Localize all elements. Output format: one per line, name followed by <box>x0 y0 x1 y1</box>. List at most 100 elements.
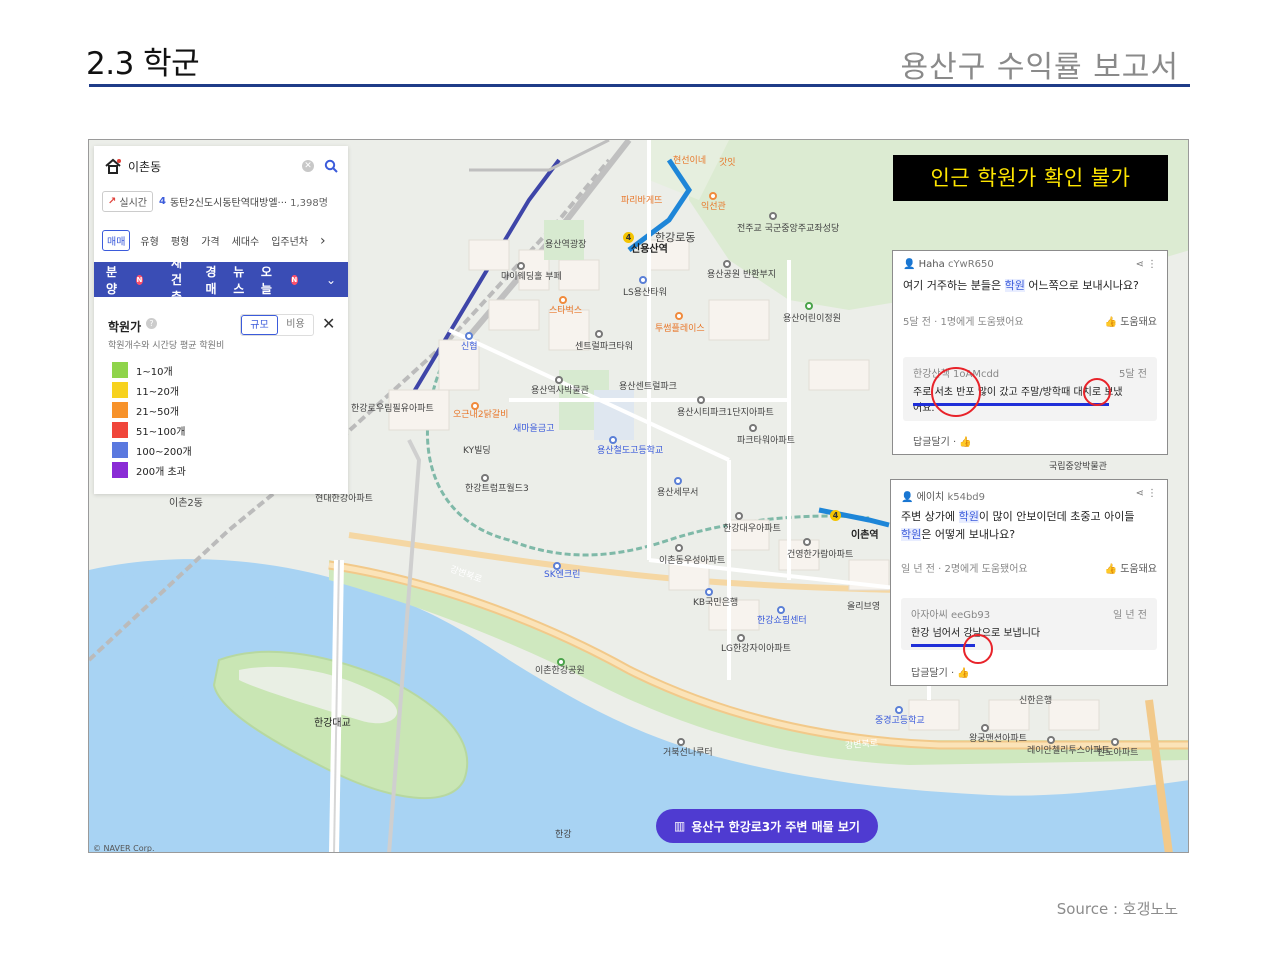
map-label[interactable]: SK엔크린 <box>544 570 580 581</box>
map-label[interactable]: KB국민은행 <box>693 598 738 609</box>
poi-pin[interactable] <box>981 724 989 732</box>
search-icon[interactable] <box>324 159 338 173</box>
search-bar[interactable]: 이촌동 ✕ <box>94 146 348 186</box>
menu-today[interactable]: 오늘 N <box>261 263 312 297</box>
map-label[interactable]: 건영한가람아파트 <box>787 550 853 561</box>
chevron-down-icon[interactable]: ⌄ <box>326 273 336 287</box>
poi-pin[interactable] <box>674 477 682 485</box>
map-label[interactable]: 한강트럼프월드3 <box>465 484 529 495</box>
map-label[interactable]: 이촌동우성아파트 <box>659 556 725 567</box>
map-label[interactable]: 중경고등학교 <box>875 716 925 727</box>
map-label[interactable]: 마이웨딩홀 부페 <box>501 272 562 283</box>
menu-news[interactable]: 뉴스 <box>233 263 247 297</box>
menu-presale[interactable]: 분양 N <box>106 263 157 297</box>
poi-pin[interactable] <box>803 538 811 546</box>
menu-rebuild[interactable]: 재건축 <box>171 254 192 305</box>
poi-pin[interactable] <box>553 562 561 570</box>
map-label[interactable]: 용산세무서 <box>657 488 698 499</box>
map-label[interactable]: 왕궁맨션아파트 <box>969 734 1027 745</box>
poi-pin[interactable] <box>1111 738 1119 746</box>
poi-pin[interactable] <box>557 658 565 666</box>
poi-pin[interactable] <box>749 424 757 432</box>
search-input[interactable]: 이촌동 <box>128 158 302 175</box>
map-label[interactable]: 투썸플레이스 <box>655 324 705 335</box>
map-label[interactable]: 반도아파트 <box>1097 748 1138 759</box>
poi-pin[interactable] <box>777 606 785 614</box>
clear-icon[interactable]: ✕ <box>302 160 314 172</box>
poi-pin[interactable] <box>555 376 563 384</box>
map-label[interactable]: 신한은행 <box>1019 696 1052 707</box>
map-label[interactable]: 신협 <box>461 342 478 353</box>
poi-pin[interactable] <box>709 192 717 200</box>
map-label[interactable]: 현선이네 <box>673 156 706 167</box>
map-label[interactable]: 올리브영 <box>847 602 880 613</box>
map-label[interactable]: 용산시티파크1단지아파트 <box>677 408 774 419</box>
poi-pin[interactable] <box>559 296 567 304</box>
poi-pin[interactable] <box>517 262 525 270</box>
chevron-right-icon[interactable]: › <box>320 233 326 249</box>
map-label[interactable]: 현대한강아파트 <box>315 494 373 505</box>
map-label[interactable]: 익선관 <box>701 202 726 213</box>
menu-auction[interactable]: 경매 <box>206 263 220 297</box>
poi-pin[interactable] <box>639 276 647 284</box>
poi-pin[interactable] <box>769 212 777 220</box>
map-label[interactable]: 전주교 국군중앙주교좌성당 <box>737 224 839 235</box>
map-label[interactable]: 한강로우림필유아파트 <box>351 404 434 415</box>
helpful-button[interactable]: 👍 도움돼요 <box>1105 560 1157 575</box>
map-label[interactable]: 한강대우아파트 <box>723 524 781 535</box>
map-label[interactable]: 국립중앙박물관 <box>1049 462 1107 473</box>
filter-price[interactable]: 가격 <box>201 233 219 248</box>
filter-type[interactable]: 유형 <box>140 233 158 248</box>
toggle-scale[interactable]: 규모 <box>241 315 278 335</box>
map-label[interactable]: 한강쇼핑센터 <box>757 616 807 627</box>
filter-size[interactable]: 평형 <box>171 233 189 248</box>
help-icon[interactable]: ? <box>146 318 157 329</box>
map-label[interactable]: 스타벅스 <box>549 306 582 317</box>
filter-households[interactable]: 세대수 <box>232 233 260 248</box>
map-label[interactable]: 센트럴파크타워 <box>575 342 633 353</box>
poi-pin[interactable] <box>705 588 713 596</box>
map-label[interactable]: KY빌딩 <box>463 446 491 457</box>
poi-pin[interactable] <box>697 396 705 404</box>
map-label[interactable]: 용산역사박물관 <box>531 386 589 397</box>
map-label[interactable]: 파크타워아파트 <box>737 436 795 447</box>
map-label[interactable]: LS용산타워 <box>623 288 667 299</box>
filter-trade[interactable]: 매매 <box>102 230 131 251</box>
poi-pin[interactable] <box>723 260 731 268</box>
poi-pin[interactable] <box>465 332 473 340</box>
share-more-icons[interactable]: ⋖ ⋮ <box>1135 259 1157 270</box>
map-label[interactable]: 한강로동 <box>655 232 695 243</box>
map-label[interactable]: 한강대교 <box>314 718 351 729</box>
poi-pin[interactable] <box>481 474 489 482</box>
poi-pin[interactable] <box>675 544 683 552</box>
poi-pin[interactable] <box>609 436 617 444</box>
reply-button[interactable]: 답글달기 · 👍 <box>913 433 972 448</box>
map-label[interactable]: 파리바게뜨 <box>621 196 662 207</box>
map-label[interactable]: 새마을금고 <box>513 424 554 435</box>
map-label[interactable]: 이촌한강공원 <box>535 666 585 677</box>
filter-age[interactable]: 입주년차 <box>271 233 308 248</box>
map-label[interactable]: 이촌2동 <box>169 498 203 509</box>
map-label[interactable]: LG한강자이아파트 <box>721 644 791 655</box>
poi-pin[interactable] <box>895 706 903 714</box>
close-icon[interactable]: ✕ <box>322 314 335 333</box>
poi-pin[interactable] <box>471 402 479 410</box>
realtime-ranking[interactable]: ↗ 실시간 4 동탄2신도시동탄역대방엘··· 1,398명 <box>102 190 328 212</box>
poi-pin[interactable] <box>735 512 743 520</box>
helpful-button[interactable]: 👍 도움돼요 <box>1105 313 1157 328</box>
reply-button[interactable]: 답글달기 · 👍 <box>911 664 970 679</box>
map-label[interactable]: 오근내2닭갈비 <box>453 410 508 421</box>
legend-toggle[interactable]: 규모 비용 <box>240 314 314 336</box>
realtime-pill[interactable]: ↗ 실시간 <box>102 190 153 212</box>
map-label[interactable]: 용산어린이정원 <box>783 314 841 325</box>
poi-pin[interactable] <box>677 738 685 746</box>
realtime-text[interactable]: 동탄2신도시동탄역대방엘··· <box>170 194 287 209</box>
map-label[interactable]: 용산공원 반환부지 <box>707 270 776 281</box>
map-label[interactable]: 용산역광장 <box>545 240 586 251</box>
poi-pin[interactable] <box>595 330 603 338</box>
toggle-cost[interactable]: 비용 <box>278 315 313 335</box>
map-label[interactable]: 용산철도고등학교 <box>597 446 663 457</box>
view-listings-button[interactable]: ▥ 용산구 한강로3가 주변 매물 보기 <box>656 809 878 843</box>
map-screenshot[interactable]: 신용산역 이촌역 4 4 한강대교 이촌2동 강변북로 강변북로 용산역사박물관… <box>88 139 1189 853</box>
poi-pin[interactable] <box>675 312 683 320</box>
